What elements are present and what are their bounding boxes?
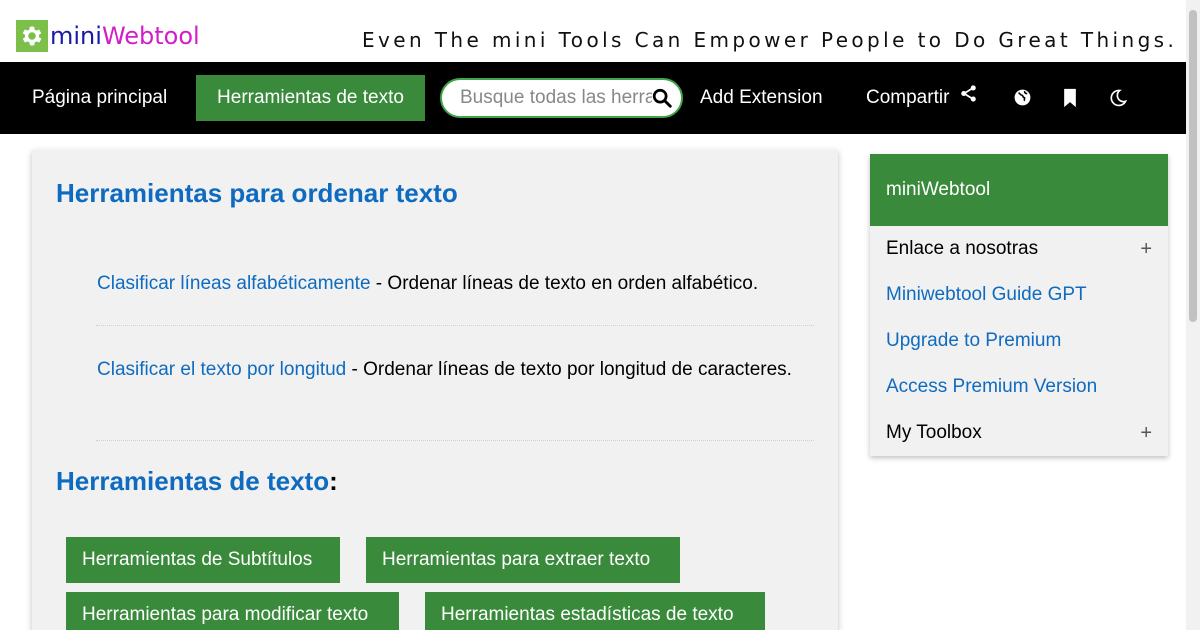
sidebar-item-label: Enlace a nosotras (886, 238, 1039, 259)
section-title-colon: : (329, 466, 338, 496)
sidebar-item-toolbox[interactable]: My Toolbox + (870, 410, 1168, 456)
nav-share[interactable]: Compartir (866, 62, 978, 134)
divider (96, 325, 814, 326)
search-input[interactable] (460, 80, 652, 116)
moon-icon[interactable] (1108, 88, 1128, 108)
nav-add-extension[interactable]: Add Extension (700, 62, 823, 134)
page-title: Herramientas para ordenar texto (56, 178, 458, 208)
sidebar-item-guide-gpt[interactable]: Miniwebtool Guide GPT (870, 272, 1168, 318)
nav-share-label: Compartir (866, 87, 950, 109)
sidebar: miniWebtool Enlace a nosotras + Miniwebt… (870, 154, 1168, 456)
section-title-link[interactable]: Herramientas de texto (56, 466, 329, 496)
expand-icon[interactable]: + (1140, 226, 1152, 272)
section-title: Herramientas de texto: (56, 466, 338, 497)
category-button[interactable]: Herramientas de Subtítulos (66, 537, 340, 583)
tool-description: - Ordenar líneas de texto por longitud d… (346, 359, 792, 380)
scrollbar-thumb[interactable] (1189, 10, 1197, 322)
sidebar-item-link-to-us[interactable]: Enlace a nosotras + (870, 226, 1168, 272)
sidebar-title: miniWebtool (870, 154, 1168, 226)
category-button[interactable]: Herramientas para extraer texto (366, 537, 680, 583)
search-icon[interactable] (651, 87, 675, 111)
main-card: Herramientas para ordenar texto Clasific… (32, 150, 838, 630)
divider (96, 440, 814, 441)
logo-text-mini: mini (50, 22, 102, 50)
share-icon (959, 62, 978, 134)
nav-home[interactable]: Página principal (32, 62, 167, 134)
logo-text-webtool: Webtool (101, 22, 200, 50)
nav-text-tools[interactable]: Herramientas de texto (196, 75, 425, 121)
sidebar-item-upgrade[interactable]: Upgrade to Premium (870, 318, 1168, 364)
category-button[interactable]: Herramientas para modificar texto (66, 592, 399, 630)
sidebar-item-premium[interactable]: Access Premium Version (870, 364, 1168, 410)
expand-icon[interactable]: + (1140, 410, 1152, 456)
site-header: miniWebtool Even The mini Tools Can Empo… (0, 0, 1186, 62)
tool-description: - Ordenar líneas de texto en orden alfab… (370, 273, 759, 294)
site-logo[interactable]: miniWebtool (16, 20, 200, 52)
bookmark-icon[interactable] (1061, 88, 1081, 108)
slogan: Even The mini Tools Can Empower People t… (362, 28, 1178, 52)
tool-link[interactable]: Clasificar líneas alfabéticamente (97, 273, 371, 294)
category-button[interactable]: Herramientas estadísticas de texto (425, 592, 765, 630)
main-nav: Página principal Herramientas de texto A… (0, 62, 1186, 134)
search-box (440, 78, 683, 118)
scrollbar[interactable] (1186, 0, 1200, 630)
globe-icon[interactable] (1013, 88, 1033, 108)
tool-item: Clasificar el texto por longitud - Orden… (97, 355, 817, 384)
logo-text: miniWebtool (50, 20, 200, 52)
sidebar-item-label: My Toolbox (886, 422, 982, 443)
tool-link[interactable]: Clasificar el texto por longitud (97, 359, 346, 380)
gear-icon (16, 20, 48, 52)
tool-item: Clasificar líneas alfabéticamente - Orde… (97, 269, 817, 298)
